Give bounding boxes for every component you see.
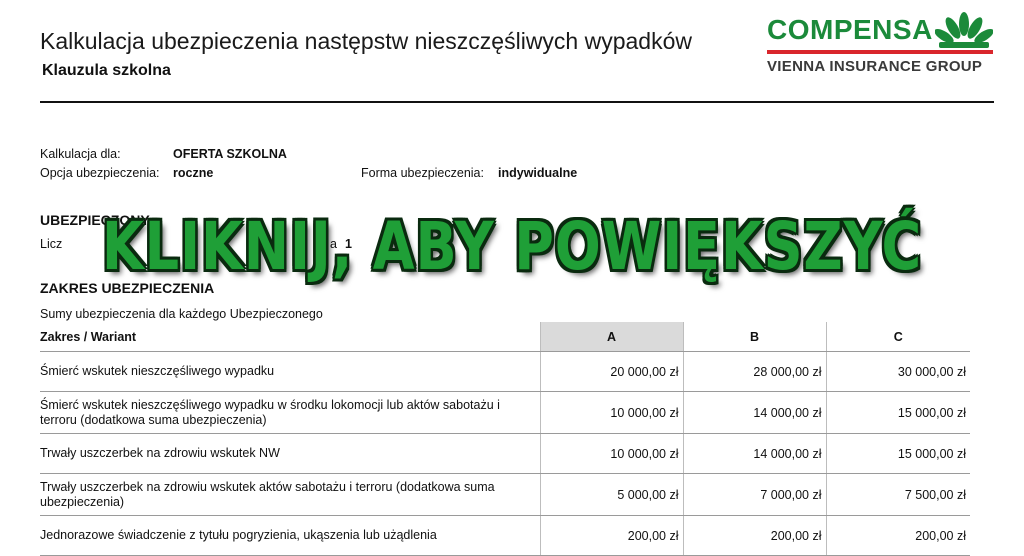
row-label: Śmierć wskutek nieszczęśliwego wypadku w…	[40, 391, 540, 434]
column-header-scope: Zakres / Wariant	[40, 322, 540, 352]
logo-red-bar	[767, 50, 993, 54]
table-row: Śmierć wskutek nieszczęśliwego wypadku w…	[40, 391, 970, 434]
form-value: indywidualne	[498, 166, 578, 180]
leaf-fan-icon	[935, 12, 993, 48]
value-c: 15 000,00 zł	[825, 391, 970, 434]
row-label: Śmierć wskutek nieszczęśliwego wypadku	[40, 351, 540, 392]
column-header-a: A	[539, 322, 683, 352]
header-divider	[40, 101, 994, 103]
value-b: 14 000,00 zł	[682, 391, 826, 434]
value-a: 5 000,00 zł	[539, 473, 683, 516]
option-value: roczne	[173, 166, 214, 180]
value-a: 10 000,00 zł	[539, 391, 683, 434]
row-label: Trwały uszczerbek na zdrowiu wskutek akt…	[40, 473, 540, 516]
value-b: 28 000,00 zł	[682, 351, 826, 392]
document-title: Kalkulacja ubezpieczenia następstw niesz…	[40, 28, 692, 54]
calc-for-label: Kalkulacja dla:	[40, 147, 121, 161]
calc-for-value: OFERTA SZKOLNA	[173, 147, 287, 161]
column-header-c: C	[825, 322, 970, 352]
option-label: Opcja ubezpieczenia:	[40, 166, 160, 180]
value-c: 15 000,00 zł	[825, 433, 970, 474]
insured-count-label-left: Licz	[40, 237, 63, 251]
row-label: Trwały uszczerbek na zdrowiu wskutek NW	[40, 433, 540, 474]
value-b: 14 000,00 zł	[682, 433, 826, 474]
column-header-b: B	[682, 322, 826, 352]
value-c: 30 000,00 zł	[825, 351, 970, 392]
value-c: 7 500,00 zł	[825, 473, 970, 516]
document-subtitle: Klauzula szkolna	[42, 62, 171, 79]
logo-brand: COMPENSA	[767, 14, 933, 45]
table-row: Trwały uszczerbek na zdrowiu wskutek NW …	[40, 433, 970, 474]
table-row: Trwały uszczerbek na zdrowiu wskutek akt…	[40, 473, 970, 516]
table-header-row: Zakres / Wariant A B C	[40, 322, 970, 352]
scope-note: Sumy ubezpieczenia dla każdego Ubezpiecz…	[40, 307, 323, 321]
form-label: Forma ubezpieczenia:	[361, 166, 484, 180]
coverage-table: Zakres / Wariant A B C Śmierć wskutek ni…	[40, 322, 970, 556]
table-row: Śmierć wskutek nieszczęśliwego wypadku 2…	[40, 351, 970, 392]
value-a: 10 000,00 zł	[539, 433, 683, 474]
value-a: 20 000,00 zł	[539, 351, 683, 392]
value-b: 7 000,00 zł	[682, 473, 826, 516]
click-to-enlarge-overlay[interactable]: KLIKNIJ, ABY POWIĘKSZYĆ	[92, 208, 932, 285]
compensa-logo: COMPENSA VIENNA INSURANCE GROUP	[765, 12, 995, 82]
logo-group-name: VIENNA INSURANCE GROUP	[767, 58, 983, 75]
